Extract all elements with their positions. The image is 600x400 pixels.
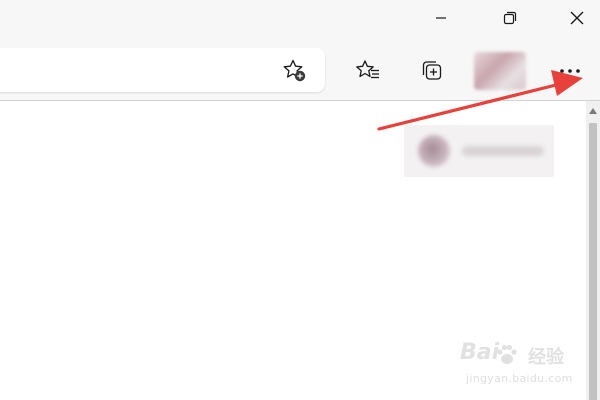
favorites-button[interactable] [350, 53, 386, 89]
triangle-up-icon [589, 108, 597, 114]
collections-button[interactable] [414, 53, 450, 89]
star-plus-icon [283, 59, 306, 82]
account-info-blurred [404, 125, 554, 177]
minimize-button[interactable] [418, 0, 464, 36]
watermark: Bai 经验 jingyan.baidu.com [446, 338, 586, 394]
more-icon [560, 69, 580, 73]
restore-icon [503, 11, 517, 25]
close-button[interactable] [554, 0, 600, 36]
browser-window: Bai 经验 jingyan.baidu.com [0, 0, 600, 400]
restore-button[interactable] [487, 0, 533, 36]
paw-icon [497, 344, 517, 364]
avatar [418, 135, 450, 167]
star-list-icon [356, 60, 379, 79]
collections-icon [422, 61, 442, 80]
vertical-scrollbar[interactable] [586, 101, 600, 400]
watermark-domain: jingyan.baidu.com [466, 372, 573, 385]
browser-toolbar [0, 40, 600, 101]
close-icon [570, 11, 584, 25]
scrollbar-thumb[interactable] [589, 123, 597, 400]
address-input[interactable] [10, 58, 234, 84]
title-bar [0, 0, 600, 40]
settings-and-more-button[interactable] [552, 53, 588, 89]
profile-avatar-button[interactable] [474, 52, 526, 90]
account-name-blurred [462, 146, 544, 156]
minimize-icon [436, 17, 446, 19]
scroll-up-arrow[interactable] [586, 105, 600, 117]
watermark-brand-cjk: 经验 [528, 347, 564, 368]
add-to-favorites-button[interactable] [277, 53, 313, 89]
